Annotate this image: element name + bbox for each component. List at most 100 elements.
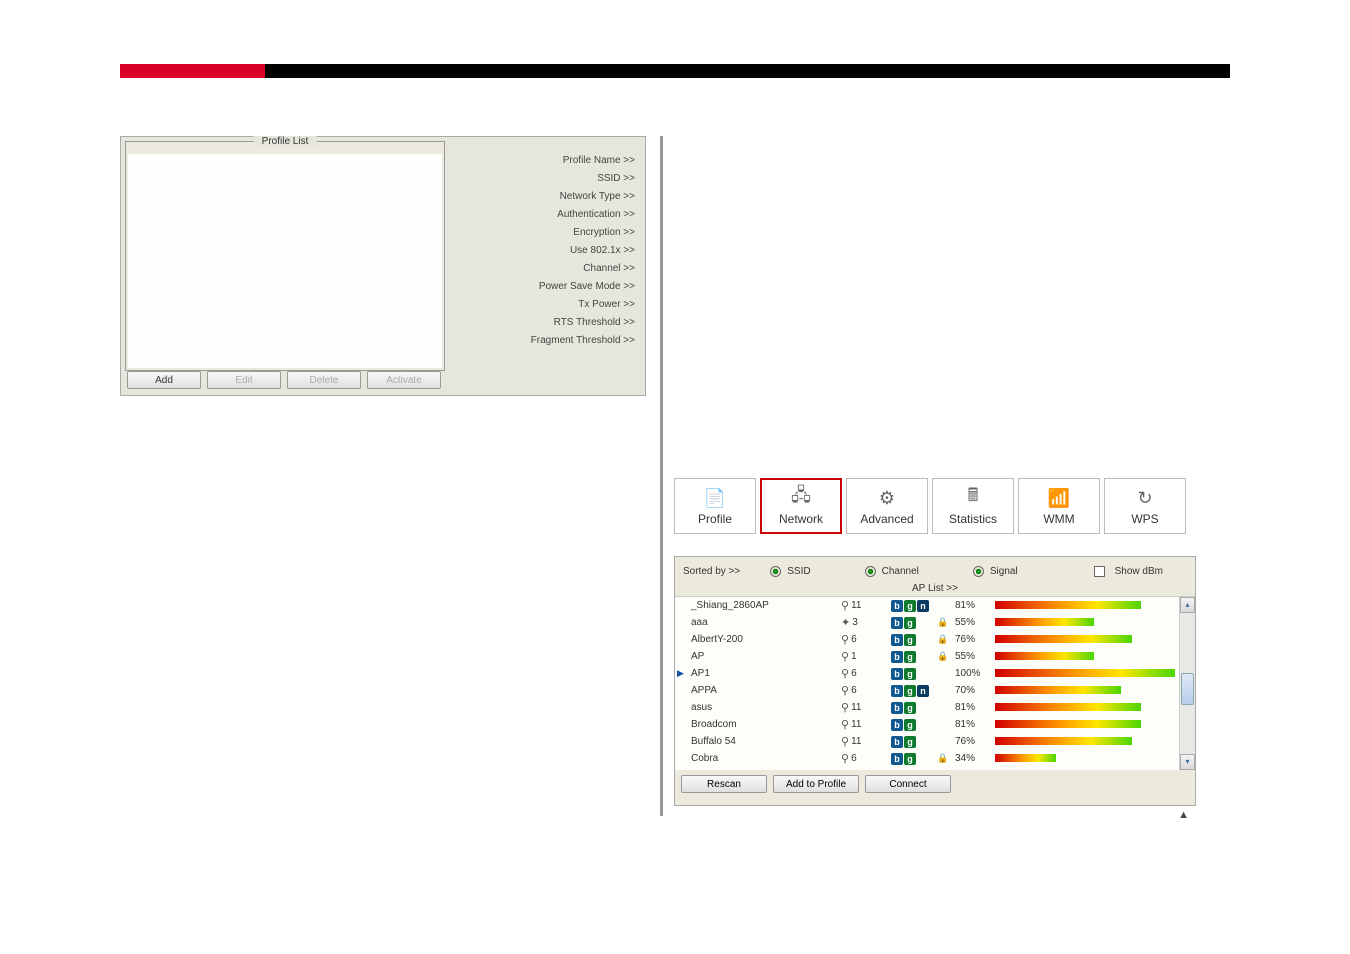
top-bar: [120, 64, 1230, 78]
mode-b-icon: b: [891, 668, 903, 680]
signal-bar: [995, 601, 1175, 611]
label-network-type: Network Type >>: [453, 191, 641, 202]
lock-icon: 🔒: [937, 617, 955, 628]
ap-signal: 76%: [955, 634, 995, 645]
tab-statistics[interactable]: 🖩 Statistics: [932, 478, 1014, 534]
profile-icon: 📄: [701, 486, 729, 510]
tab-network[interactable]: 🖧 Network: [760, 478, 842, 534]
ap-signal: 70%: [955, 685, 995, 696]
ap-modes: bg: [891, 651, 937, 663]
ap-row[interactable]: Buffalo 54⚲11bg76%: [675, 733, 1195, 750]
signal-icon: ⚲: [841, 684, 849, 697]
connect-button[interactable]: Connect: [865, 775, 951, 793]
delete-button[interactable]: Delete: [287, 371, 361, 389]
activate-button[interactable]: Activate: [367, 371, 441, 389]
ap-ssid: Broadcom: [691, 719, 841, 730]
network-icon: 🖧: [787, 486, 815, 510]
ap-channel: ⚲11: [841, 735, 891, 748]
signal-bar: [995, 737, 1175, 747]
signal-bar: [995, 652, 1175, 662]
ap-channel: ⚲11: [841, 599, 891, 612]
mode-n-icon: n: [917, 600, 929, 612]
radio-channel[interactable]: [865, 566, 876, 577]
ap-table: _Shiang_2860AP⚲11bgn81%aaa✦3bg🔒55%Albert…: [675, 596, 1195, 770]
scroll-thumb[interactable]: [1181, 673, 1194, 705]
sorted-by-label: Sorted by >>: [683, 566, 740, 577]
label-8021x: Use 802.1x >>: [453, 245, 641, 256]
signal-bar: [995, 703, 1175, 713]
signal-bar: [995, 686, 1175, 696]
add-to-profile-button[interactable]: Add to Profile: [773, 775, 859, 793]
profile-panel: Profile List Profile Name >> SSID >> Net…: [120, 136, 646, 396]
signal-icon: ⚲: [841, 752, 849, 765]
edit-button[interactable]: Edit: [207, 371, 281, 389]
aplist-label: AP List >>: [675, 583, 1195, 594]
ap-channel: ⚲6: [841, 684, 891, 697]
ap-signal: 81%: [955, 600, 995, 611]
ap-modes: bgn: [891, 600, 937, 612]
ap-signal: 100%: [955, 668, 995, 679]
ap-modes: bg: [891, 702, 937, 714]
show-dbm-checkbox[interactable]: [1094, 566, 1105, 577]
ap-row[interactable]: asus⚲11bg81%: [675, 699, 1195, 716]
label-encryption: Encryption >>: [453, 227, 641, 238]
ap-row[interactable]: Cobra⚲6bg🔒34%: [675, 750, 1195, 767]
profile-list-title: Profile List: [254, 136, 317, 147]
ap-channel: ⚲11: [841, 701, 891, 714]
ap-modes: bg: [891, 617, 937, 629]
mode-b-icon: b: [891, 634, 903, 646]
radio-ssid[interactable]: [770, 566, 781, 577]
ap-ssid: _Shiang_2860AP: [691, 600, 841, 611]
signal-bar: [995, 618, 1175, 628]
scroll-down[interactable]: ▾: [1180, 754, 1195, 770]
gear-icon: ⚙: [873, 486, 901, 510]
tabs: 📄 Profile 🖧 Network ⚙ Advanced 🖩 Statist…: [674, 478, 1194, 538]
mode-b-icon: b: [891, 600, 903, 612]
calculator-icon: 🖩: [959, 486, 987, 510]
tab-label: Advanced: [860, 512, 913, 526]
tab-advanced[interactable]: ⚙ Advanced: [846, 478, 928, 534]
ap-signal: 34%: [955, 753, 995, 764]
adhoc-icon: ✦: [841, 616, 850, 629]
ap-modes: bg: [891, 634, 937, 646]
mode-g-icon: g: [904, 651, 916, 663]
ap-ssid: AlbertY-200: [691, 634, 841, 645]
radio-signal[interactable]: [973, 566, 984, 577]
lock-icon: 🔒: [937, 753, 955, 764]
signal-icon: ⚲: [841, 718, 849, 731]
rescan-button[interactable]: Rescan: [681, 775, 767, 793]
profile-info: Profile Name >> SSID >> Network Type >> …: [453, 155, 641, 353]
mode-g-icon: g: [904, 617, 916, 629]
ap-row[interactable]: AlbertY-200⚲6bg🔒76%: [675, 631, 1195, 648]
ap-row[interactable]: _Shiang_2860AP⚲11bgn 81%: [675, 597, 1195, 614]
mode-g-icon: g: [904, 702, 916, 714]
mode-g-icon: g: [904, 719, 916, 731]
scrollbar[interactable]: ▴ ▾: [1179, 597, 1195, 770]
scroll-up[interactable]: ▴: [1180, 597, 1195, 613]
signal-bar: [995, 635, 1175, 645]
tab-label: WPS: [1131, 512, 1158, 526]
signal-icon: ⚲: [841, 599, 849, 612]
profile-list[interactable]: [128, 154, 442, 368]
ap-ssid: Cobra: [691, 753, 841, 764]
ap-row[interactable]: AP⚲1bg🔒55%: [675, 648, 1195, 665]
ap-row[interactable]: AP1⚲6bg100%: [675, 665, 1195, 682]
ap-ssid: aaa: [691, 617, 841, 628]
mode-g-icon: g: [904, 600, 916, 612]
mode-g-icon: g: [904, 634, 916, 646]
tab-wmm[interactable]: 📶 WMM: [1018, 478, 1100, 534]
ap-row[interactable]: APPA⚲6bgn70%: [675, 682, 1195, 699]
tab-wps[interactable]: ↻ WPS: [1104, 478, 1186, 534]
ap-row[interactable]: aaa✦3bg🔒55%: [675, 614, 1195, 631]
mode-g-icon: g: [904, 668, 916, 680]
ap-row[interactable]: Broadcom⚲11bg81%: [675, 716, 1195, 733]
ap-modes: bg: [891, 668, 937, 680]
tab-profile[interactable]: 📄 Profile: [674, 478, 756, 534]
expand-icon[interactable]: ▲: [1149, 809, 1189, 819]
label-frag: Fragment Threshold >>: [453, 335, 641, 346]
ap-channel: ✦3: [841, 616, 891, 629]
add-button[interactable]: Add: [127, 371, 201, 389]
ap-signal: 76%: [955, 736, 995, 747]
network-panel: Sorted by >> SSID Channel Signal Show dB…: [674, 556, 1196, 806]
ap-signal: 55%: [955, 651, 995, 662]
